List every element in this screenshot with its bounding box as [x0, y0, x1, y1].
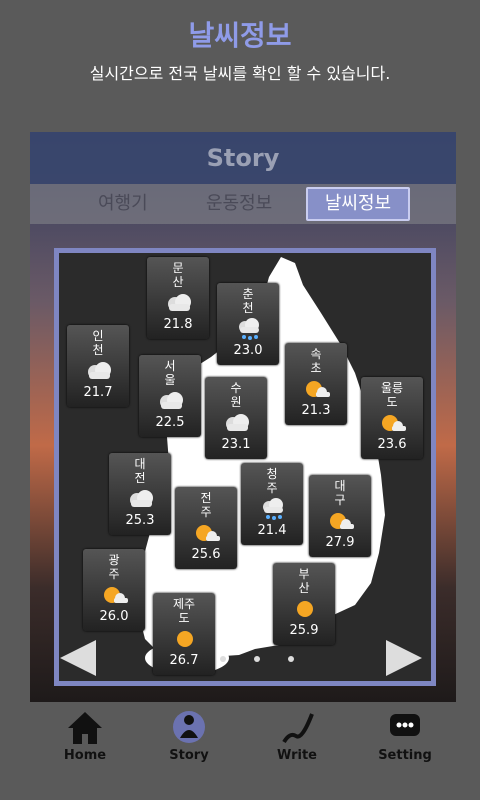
- sun-cloud-icon: [196, 525, 220, 541]
- sun-cloud-icon: [306, 381, 330, 397]
- city-name: 광 주: [108, 553, 120, 581]
- sun-icon: [177, 631, 193, 647]
- city-temp: 21.7: [83, 385, 113, 400]
- city-name: 속 초: [310, 347, 322, 375]
- bottom-navigation: Home Story Write Setting: [0, 702, 480, 800]
- nav-story[interactable]: Story: [144, 708, 234, 763]
- city-card-daejeon[interactable]: 대 전 25.3: [109, 453, 171, 535]
- city-card-jeonju[interactable]: 전 주 25.6: [175, 487, 237, 569]
- city-temp: 23.6: [377, 437, 407, 452]
- city-name: 대 구: [334, 479, 346, 507]
- city-temp: 21.8: [163, 317, 193, 332]
- next-arrow-icon[interactable]: [386, 640, 422, 676]
- city-card-sokcho[interactable]: 속 초 21.3: [285, 343, 347, 425]
- city-temp: 23.0: [233, 343, 263, 358]
- city-temp: 22.5: [155, 415, 185, 430]
- page-subtitle: 실시간으로 전국 날씨를 확인 할 수 있습니다.: [89, 64, 391, 83]
- snow-cloud-icon: [263, 498, 283, 520]
- cloud-icon: [160, 392, 183, 409]
- tab-exercise[interactable]: 운동정보: [206, 190, 272, 218]
- nav-label: Write: [276, 748, 317, 763]
- cloud-icon: [88, 362, 111, 379]
- prev-arrow-icon[interactable]: [60, 640, 96, 676]
- sun-icon: [297, 601, 313, 617]
- nav-setting[interactable]: Setting: [360, 708, 450, 763]
- tab-bar: 여행기 운동정보 날씨정보: [30, 184, 456, 224]
- city-temp: 21.3: [301, 403, 331, 418]
- city-name: 부 산: [298, 567, 310, 595]
- home-icon: [68, 712, 102, 744]
- city-card-busan[interactable]: 부 산 25.9: [273, 563, 335, 645]
- city-name: 전 주: [200, 491, 212, 519]
- city-name: 울릉 도: [380, 381, 404, 409]
- city-temp: 25.6: [191, 547, 221, 562]
- pen-icon: [282, 713, 314, 744]
- city-card-chuncheon[interactable]: 춘 천 23.0: [217, 283, 279, 365]
- page-indicator-dot: [288, 656, 294, 662]
- city-card-suwon[interactable]: 수 원 23.1: [205, 377, 267, 459]
- city-name: 대 전: [134, 457, 146, 485]
- story-icon: [173, 711, 205, 743]
- nav-label: Story: [169, 748, 209, 763]
- city-name: 서 울: [164, 359, 176, 387]
- city-temp: 27.9: [325, 535, 355, 550]
- city-card-ulleungdo[interactable]: 울릉 도 23.6: [361, 377, 423, 459]
- city-card-jejudo[interactable]: 제주 도 26.7: [153, 593, 215, 675]
- page-title: 날씨정보: [188, 19, 292, 52]
- city-temp: 25.3: [125, 513, 155, 528]
- city-name: 제주 도: [172, 597, 196, 625]
- nav-write[interactable]: Write: [252, 708, 342, 763]
- sun-cloud-icon: [330, 513, 354, 529]
- page-indicator-dot: [254, 656, 260, 662]
- nav-label: Setting: [378, 748, 432, 763]
- tab-travel[interactable]: 여행기: [98, 190, 148, 218]
- page-indicator-dot: [220, 656, 226, 662]
- cloud-icon: [130, 490, 153, 507]
- city-name: 청 주: [266, 467, 278, 495]
- cloud-icon: [168, 294, 191, 311]
- city-card-incheon[interactable]: 인 천 21.7: [67, 325, 129, 407]
- city-temp: 21.4: [257, 523, 287, 538]
- nav-label: Home: [63, 748, 107, 763]
- city-temp: 26.0: [99, 609, 129, 624]
- snow-cloud-icon: [239, 318, 259, 340]
- city-card-daegu[interactable]: 대 구 27.9: [309, 475, 371, 557]
- city-card-munsan[interactable]: 문 산 21.8: [147, 257, 209, 339]
- city-card-seoul[interactable]: 서 울 22.5: [139, 355, 201, 437]
- city-temp: 23.1: [221, 437, 251, 452]
- sun-cloud-icon: [104, 587, 128, 603]
- nav-home[interactable]: Home: [40, 708, 130, 763]
- sun-cloud-icon: [382, 415, 406, 431]
- city-name: 문 산: [172, 261, 184, 289]
- city-name: 춘 천: [242, 287, 254, 315]
- city-temp: 26.7: [169, 653, 199, 668]
- weather-map: 문 산 21.8 춘 천 23.0 인 천 21.7 서 울 22.5 속 초 …: [54, 248, 436, 686]
- city-card-cheongju[interactable]: 청 주 21.4: [241, 463, 303, 545]
- tab-weather[interactable]: 날씨정보: [306, 187, 410, 221]
- city-name: 수 원: [230, 381, 242, 409]
- chat-bubble-icon: [390, 714, 420, 736]
- story-panel: Story 여행기 운동정보 날씨정보 문 산 21.8 춘 천 23.0 인 …: [30, 132, 456, 702]
- city-card-gwangju[interactable]: 광 주 26.0: [83, 549, 145, 631]
- cloud-icon: [226, 414, 249, 431]
- city-name: 인 천: [92, 329, 104, 357]
- panel-title: Story: [30, 132, 456, 184]
- city-temp: 25.9: [289, 623, 319, 638]
